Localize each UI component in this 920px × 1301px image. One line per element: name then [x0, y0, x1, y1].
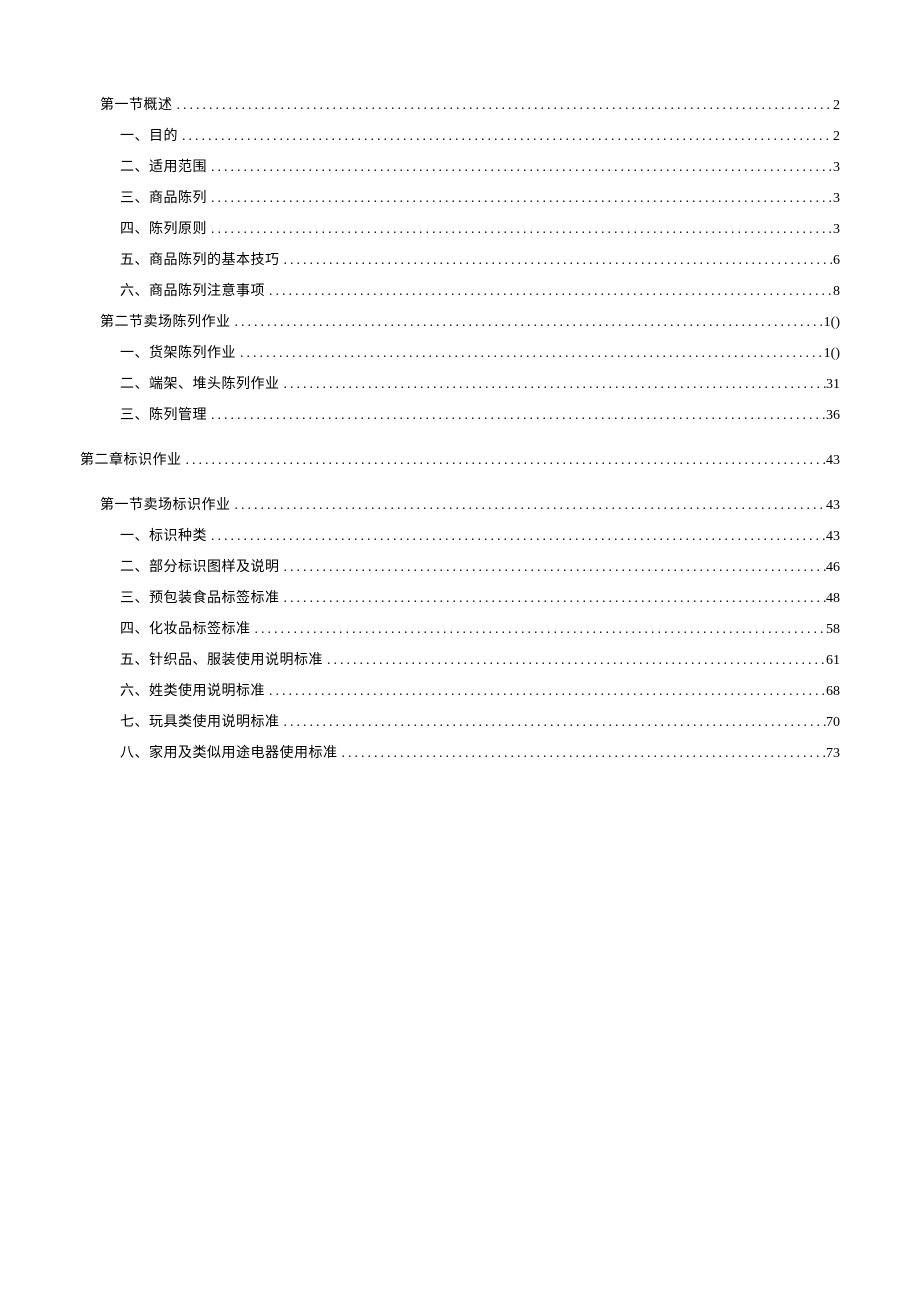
toc-entry-label: 第一节卖场标识作业 [100, 495, 231, 516]
toc-entry-label: 一、标识种类 [120, 526, 207, 547]
toc-entry-page: 43 [826, 526, 840, 547]
toc-entry-label: 五、商品陈列的基本技巧 [120, 250, 280, 271]
toc-dot-leader [207, 219, 833, 240]
toc-entry-label: 六、商品陈列注意事项 [120, 281, 265, 302]
toc-entry: 第一节概述 2 [80, 95, 840, 116]
toc-dot-leader [265, 681, 826, 702]
toc-entry-page: 43 [826, 450, 840, 471]
toc-section-gap [80, 481, 840, 495]
toc-entry-label: 四、陈列原则 [120, 219, 207, 240]
toc-entry-page: 31 [826, 374, 840, 395]
toc-entry-label: 第一节概述 [100, 95, 173, 116]
toc-dot-leader [251, 619, 827, 640]
toc-dot-leader [338, 743, 827, 764]
toc-entry: 一、目的 2 [80, 126, 840, 147]
toc-dot-leader [173, 95, 834, 116]
toc-entry-label: 七、玩具类使用说明标准 [120, 712, 280, 733]
toc-dot-leader [323, 650, 826, 671]
toc-dot-leader [265, 281, 833, 302]
toc-entry-label: 四、化妆品标签标准 [120, 619, 251, 640]
toc-dot-leader [280, 557, 827, 578]
toc-entry: 六、商品陈列注意事项 8 [80, 281, 840, 302]
toc-entry: 三、商品陈列 3 [80, 188, 840, 209]
toc-dot-leader [207, 405, 826, 426]
toc-section-gap [80, 436, 840, 450]
toc-entry-page: 3 [833, 188, 840, 209]
toc-entry-label: 六、姓类使用说明标准 [120, 681, 265, 702]
toc-entry-label: 八、家用及类似用途电器使用标准 [120, 743, 338, 764]
toc-dot-leader [280, 712, 827, 733]
toc-entry: 二、部分标识图样及说明 46 [80, 557, 840, 578]
toc-dot-leader [280, 588, 827, 609]
toc-entry-page: 68 [826, 681, 840, 702]
toc-entry-page: 6 [833, 250, 840, 271]
toc-entry: 第一节卖场标识作业 43 [80, 495, 840, 516]
toc-dot-leader [178, 126, 833, 147]
toc-entry-page: 46 [826, 557, 840, 578]
toc-entry: 五、商品陈列的基本技巧 6 [80, 250, 840, 271]
toc-entry-page: 2 [833, 126, 840, 147]
toc-dot-leader [280, 250, 834, 271]
toc-entry: 七、玩具类使用说明标准 70 [80, 712, 840, 733]
toc-entry: 第二节卖场陈列作业 1() [80, 312, 840, 333]
toc-entry-label: 五、针织品、服装使用说明标准 [120, 650, 323, 671]
toc-dot-leader [280, 374, 827, 395]
toc-dot-leader [231, 312, 824, 333]
toc-entry-page: 43 [826, 495, 840, 516]
toc-entry: 六、姓类使用说明标准 68 [80, 681, 840, 702]
toc-entry-label: 二、适用范围 [120, 157, 207, 178]
toc-entry: 三、预包装食品标签标准 48 [80, 588, 840, 609]
toc-entry: 第二章标识作业 43 [80, 450, 840, 471]
toc-entry-page: 3 [833, 157, 840, 178]
toc-entry-label: 三、商品陈列 [120, 188, 207, 209]
toc-entry-page: 48 [826, 588, 840, 609]
toc-dot-leader [231, 495, 827, 516]
toc-entry-page: 8 [833, 281, 840, 302]
toc-entry: 五、针织品、服装使用说明标准 61 [80, 650, 840, 671]
toc-entry: 一、货架陈列作业 1() [80, 343, 840, 364]
toc-entry-label: 二、端架、堆头陈列作业 [120, 374, 280, 395]
toc-dot-leader [236, 343, 824, 364]
toc-dot-leader [182, 450, 827, 471]
toc-entry-label: 第二章标识作业 [80, 450, 182, 471]
toc-entry: 一、标识种类 43 [80, 526, 840, 547]
toc-entry-page: 73 [826, 743, 840, 764]
toc-dot-leader [207, 526, 826, 547]
toc-entry-label: 三、陈列管理 [120, 405, 207, 426]
toc-entry: 三、陈列管理 36 [80, 405, 840, 426]
toc-entry-label: 第二节卖场陈列作业 [100, 312, 231, 333]
toc-entry: 四、化妆品标签标准 58 [80, 619, 840, 640]
toc-entry-label: 三、预包装食品标签标准 [120, 588, 280, 609]
table-of-contents: 第一节概述 2 一、目的 2 二、适用范围 3 三、商品陈列 3 四、陈列原则 3 五、商品陈列的基… [80, 95, 840, 764]
toc-entry-label: 二、部分标识图样及说明 [120, 557, 280, 578]
toc-entry-label: 一、货架陈列作业 [120, 343, 236, 364]
toc-entry: 二、端架、堆头陈列作业 31 [80, 374, 840, 395]
toc-entry-page: 1() [824, 343, 840, 364]
toc-entry-page: 61 [826, 650, 840, 671]
toc-dot-leader [207, 188, 833, 209]
toc-entry-page: 3 [833, 219, 840, 240]
toc-entry: 四、陈列原则 3 [80, 219, 840, 240]
toc-dot-leader [207, 157, 833, 178]
toc-entry: 八、家用及类似用途电器使用标准 73 [80, 743, 840, 764]
toc-entry-page: 2 [833, 95, 840, 116]
toc-entry-page: 36 [826, 405, 840, 426]
toc-entry-label: 一、目的 [120, 126, 178, 147]
toc-entry-page: 58 [826, 619, 840, 640]
toc-entry-page: 1() [824, 312, 840, 333]
toc-entry: 二、适用范围 3 [80, 157, 840, 178]
toc-entry-page: 70 [826, 712, 840, 733]
